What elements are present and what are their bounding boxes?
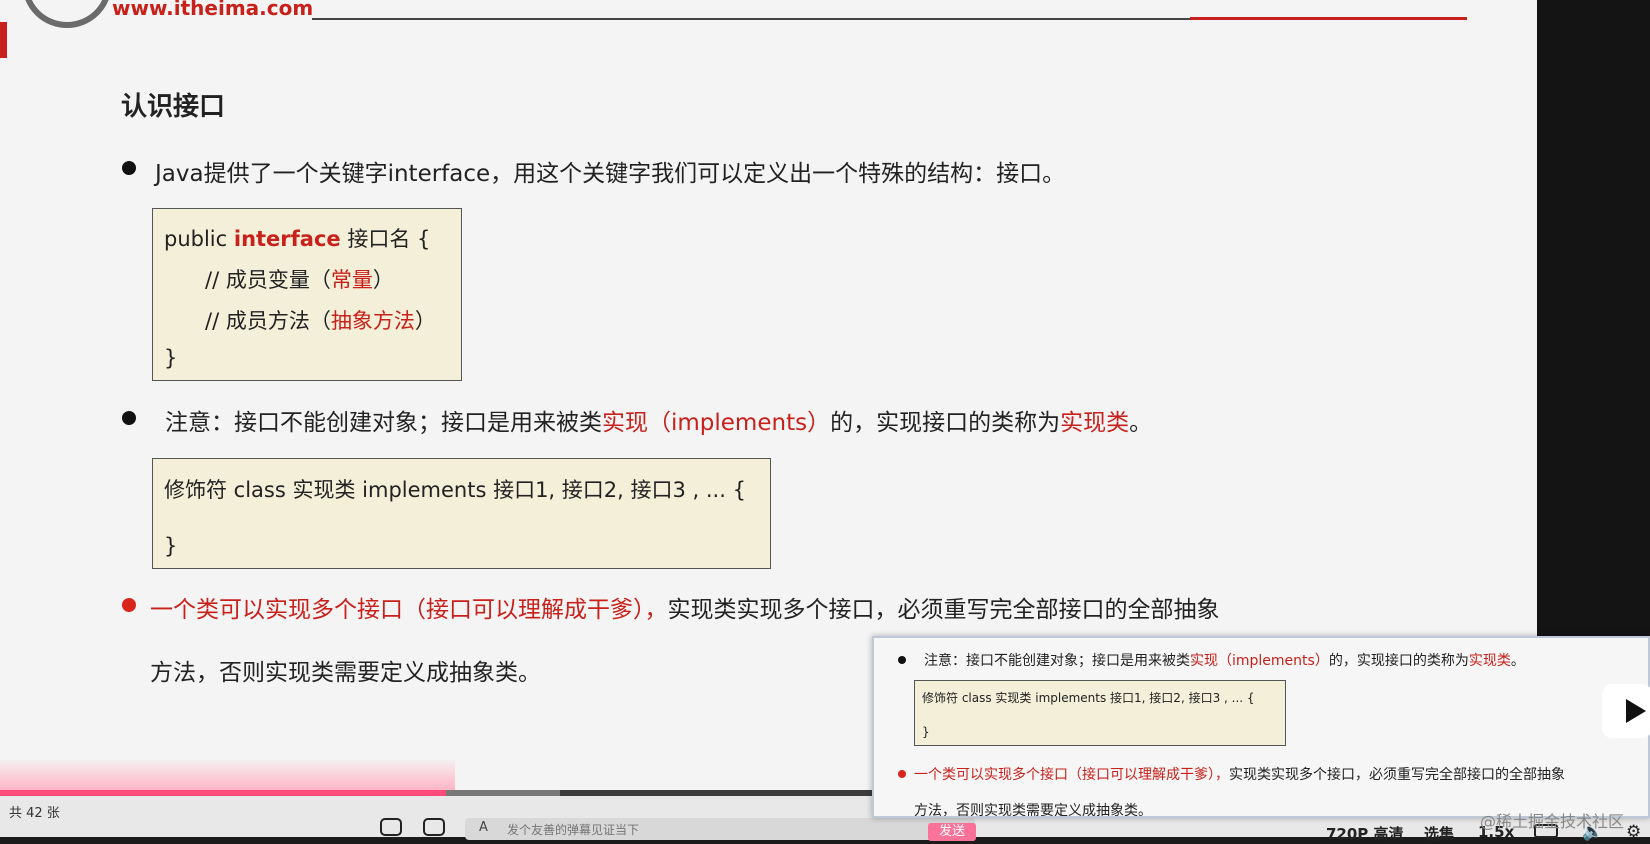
code-keyword: interface	[233, 227, 341, 251]
barrage-toggle-icon[interactable]	[380, 818, 402, 836]
barrage-band	[0, 760, 455, 790]
bullet-text-3: 一个类可以实现多个接口（接口可以理解成干爹），实现类实现多个接口，必须重写完全部…	[150, 590, 1220, 624]
barrage-input[interactable]	[505, 818, 929, 842]
site-url: www.itheima.com	[112, 0, 314, 20]
pip-bullet-text-2: 注意：接口不能创建对象；接口是用来被类实现（implements）的，实现接口的…	[924, 650, 1525, 670]
code-line-2: // 成员变量（常量）	[205, 264, 394, 294]
code-line-3: // 成员方法（抽象方法）	[205, 305, 436, 335]
text: 注意：接口不能创建对象；接口是用来被类	[924, 653, 1190, 669]
code-line-1: public interface 接口名 {	[164, 223, 430, 253]
code-text: // 成员变量（	[205, 268, 331, 292]
pip-code-block: 修饰符 class 实现类 implements 接口1, 接口2, 接口3 ,…	[914, 680, 1286, 746]
episodes-button[interactable]: 选集	[1424, 823, 1454, 844]
code-text: public	[164, 227, 234, 251]
text: 注意：接口不能创建对象；接口是用来被类	[165, 410, 602, 436]
code-line-1: 修饰符 class 实现类 implements 接口1, 接口2, 接口3 ,…	[164, 478, 746, 502]
text: 。	[1129, 410, 1153, 436]
highlight-text: 实现类	[1060, 410, 1130, 436]
highlight-text: 实现（implements）	[602, 410, 831, 436]
highlight-text: 实现（implements）	[1190, 653, 1329, 669]
code-highlight: 抽象方法	[330, 309, 415, 333]
bullet-icon	[122, 411, 136, 425]
text: 的，实现接口的类称为	[830, 410, 1061, 436]
bullet-icon-red	[898, 770, 906, 778]
page-count: 共 42 张	[9, 806, 60, 821]
bullet-icon	[898, 656, 906, 664]
bullet-text-3-cont: 方法，否则实现类需要定义成抽象类。	[150, 660, 541, 686]
code-highlight: 常量	[330, 268, 373, 292]
pip-bullet-text-3: 一个类可以实现多个接口（接口可以理解成干爹），实现类实现多个接口，必须重写完全部…	[914, 764, 1565, 784]
settings-icon[interactable]: ⚙	[1626, 822, 1641, 842]
highlight-text: 一个类可以实现多个接口（接口可以理解成干爹），	[150, 597, 668, 623]
header-accent-line	[1190, 17, 1467, 20]
text: 。	[1510, 653, 1525, 669]
slide-title: 认识接口	[121, 92, 226, 122]
text: 的，实现接口的类称为	[1328, 653, 1469, 669]
code-block-interface: public interface 接口名 { // 成员变量（常量） // 成员…	[152, 208, 462, 381]
code-block-implements: 修饰符 class 实现类 implements 接口1, 接口2, 接口3 ,…	[152, 458, 771, 569]
bullet-icon-red	[122, 598, 136, 612]
code-text: // 成员方法（	[205, 309, 331, 333]
logo-icon	[22, 0, 112, 28]
highlight-text: 实现类	[1468, 653, 1511, 669]
pip-bullet-text-3-cont: 方法，否则实现类需要定义成抽象类。	[914, 803, 1152, 818]
header-red-mark	[0, 22, 7, 58]
code-line-1: 修饰符 class 实现类 implements 接口1, 接口2, 接口3 ,…	[922, 691, 1255, 705]
code-text: 接口名 {	[340, 227, 431, 251]
text: 实现类实现多个接口，必须重写完全部接口的全部抽象	[1229, 767, 1565, 783]
pip-preview[interactable]: 注意：接口不能创建对象；接口是用来被类实现（implements）的，实现接口的…	[872, 636, 1650, 818]
text: 实现类实现多个接口，必须重写完全部接口的全部抽象	[667, 597, 1220, 623]
code-text: ）	[372, 268, 394, 292]
bullet-text-1: Java提供了一个关键字interface，用这个关键字我们可以定义出一个特殊的…	[155, 161, 1066, 187]
barrage-settings-icon[interactable]	[423, 818, 445, 836]
code-line-4: }	[164, 346, 178, 370]
code-line-2: }	[922, 725, 930, 739]
highlight-text: 一个类可以实现多个接口（接口可以理解成干爹），	[914, 767, 1229, 783]
code-text: ）	[414, 309, 436, 333]
play-button[interactable]	[1602, 684, 1650, 738]
code-line-2: }	[164, 534, 178, 558]
quality-selector[interactable]: 720P 高清	[1326, 823, 1404, 844]
barrage-style-icon[interactable]: A	[479, 820, 488, 835]
bullet-text-2: 注意：接口不能创建对象；接口是用来被类实现（implements）的，实现接口的…	[165, 403, 1152, 437]
bullet-icon	[122, 161, 136, 175]
play-icon	[1626, 699, 1646, 723]
send-button[interactable]: 发送	[928, 823, 976, 841]
watermark: @稀土掘金技术社区	[1480, 812, 1625, 831]
